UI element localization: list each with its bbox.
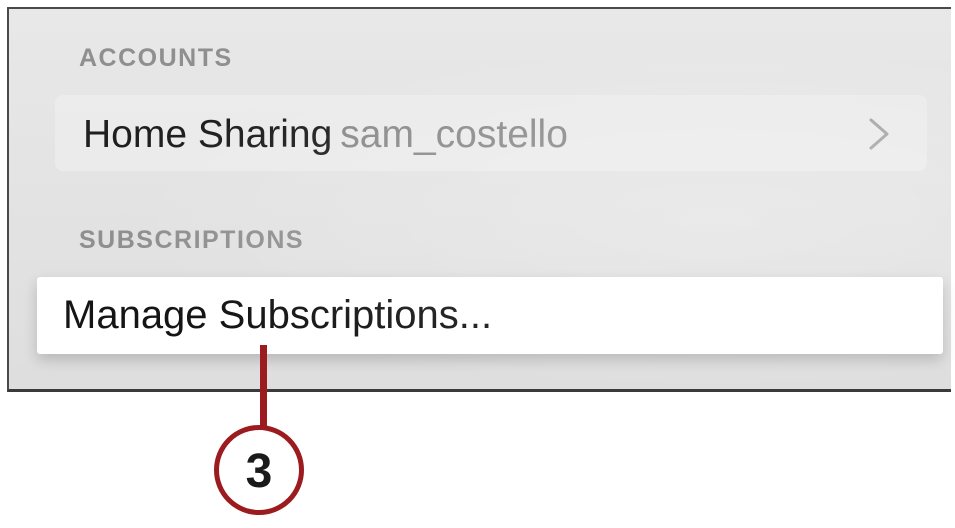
accounts-section-header: ACCOUNTS <box>79 44 233 72</box>
callout-marker: 3 <box>214 425 304 515</box>
callout-line <box>260 345 267 428</box>
subscriptions-section-header: SUBSCRIPTIONS <box>79 226 305 254</box>
manage-subscriptions-row[interactable]: Manage Subscriptions... <box>37 277 943 354</box>
home-sharing-text: Home Sharing sam_costello <box>83 113 568 157</box>
callout-number: 3 <box>245 445 273 498</box>
settings-screen: ACCOUNTS Home Sharing sam_costello SUBSCR… <box>7 7 951 392</box>
home-sharing-row[interactable]: Home Sharing sam_costello <box>55 95 927 171</box>
chevron-right-icon <box>869 118 889 150</box>
manage-subscriptions-label: Manage Subscriptions... <box>63 293 493 337</box>
home-sharing-label: Home Sharing <box>83 113 333 156</box>
home-sharing-value: sam_costello <box>340 113 568 156</box>
